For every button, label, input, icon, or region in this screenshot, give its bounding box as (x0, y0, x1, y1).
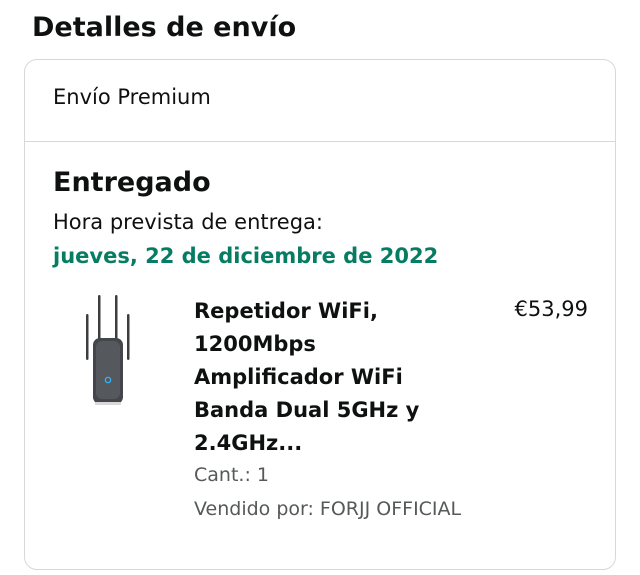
shipping-details-title: Detalles de envío (32, 12, 297, 43)
shipment-card-header: Envío Premium (25, 60, 615, 142)
antenna-2 (98, 295, 101, 343)
shipping-type-label: Envío Premium (53, 85, 211, 109)
product-quantity: Cant.: 1 (194, 464, 269, 486)
shipment-card: Envío Premium Entregado Hora prevista de… (24, 59, 616, 570)
wifi-repeater-image[interactable] (77, 294, 139, 410)
delivery-status: Entregado (53, 167, 211, 198)
repeater-shadow (95, 402, 121, 405)
product-price: €53,99 (514, 297, 588, 321)
repeater-highlight (96, 341, 120, 399)
antenna-1 (86, 314, 89, 360)
product-title-link[interactable]: Repetidor WiFi, 1200Mbps Amplificador Wi… (194, 295, 454, 460)
antenna-4 (127, 314, 130, 360)
delivery-date: jueves, 22 de diciembre de 2022 (53, 244, 439, 268)
antenna-3 (115, 295, 118, 343)
delivery-estimate-label: Hora prevista de entrega: (53, 210, 323, 234)
seller-info: Vendido por: FORJJ OFFICIAL (194, 498, 462, 520)
